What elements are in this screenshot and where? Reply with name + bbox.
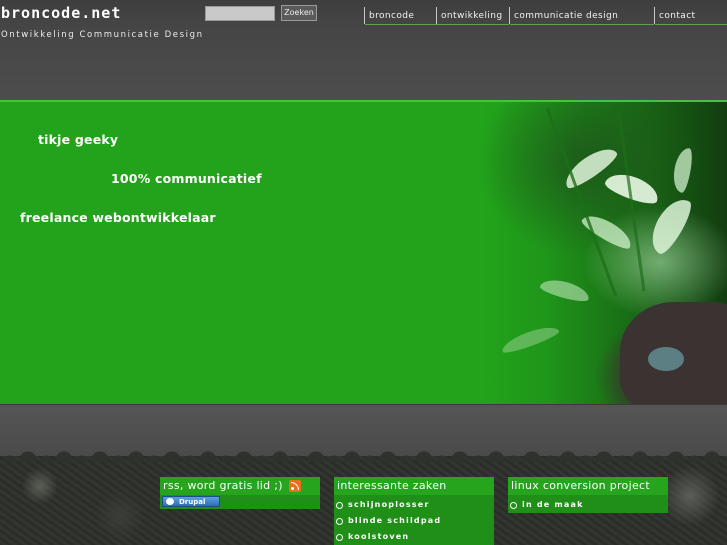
search-button[interactable]: Zoeken [281,5,317,21]
list-item-label[interactable]: blinde schildpad [348,516,441,525]
bullet-circle-icon [336,502,343,509]
linux-box-title: linux conversion project [508,477,668,495]
nav-item-broncode[interactable]: broncode [364,7,437,25]
header: broncode.net Ontwikkeling Communicatie D… [0,0,727,100]
list-item-label[interactable]: koolstoven [348,532,409,541]
list-item[interactable]: schijnoplosser [334,497,494,513]
list-item-label[interactable]: schijnoplosser [348,500,430,509]
rss-label[interactable]: rss, word gratis lid ;) [163,479,283,492]
rss-icon[interactable] [288,480,301,492]
linux-box: linux conversion project in de maak [508,477,668,513]
drupal-badge-label: Drupal [179,498,206,506]
interesting-box-title: interessante zaken [334,477,494,495]
bullet-circle-icon [510,502,517,509]
rss-box-header[interactable]: rss, word gratis lid ;) [160,477,320,495]
hero-plant-photo [430,102,727,404]
nav-item-communicatie[interactable]: communicatie [509,7,582,25]
list-item[interactable]: blinde schildpad [334,513,494,529]
drupal-badge[interactable]: Drupal [162,496,220,507]
hero-banner: tikje geeky 100% communicatief freelance… [0,100,727,404]
dirt-edge [0,448,727,462]
hero-line-geeky: tikje geeky [38,132,119,147]
leaf-shape [670,146,695,194]
linux-list: in de maak [508,497,668,513]
list-item[interactable]: koolstoven [334,529,494,545]
hero-line-freelance: freelance webontwikkelaar [20,210,216,225]
nav-item-contact[interactable]: contact [654,7,727,25]
rss-box: rss, word gratis lid ;) Drupal [160,477,320,511]
nav-item-design[interactable]: design [581,7,654,25]
tagline: Ontwikkeling Communicatie Design [1,30,204,40]
interesting-list: schijnoplosser blinde schildpad koolstov… [334,497,494,545]
search-input[interactable] [205,6,275,21]
interesting-box: interessante zaken schijnoplosser blinde… [334,477,494,545]
leaf-shape [499,322,561,356]
drupal-icon [166,498,174,505]
nav-item-ontwikkeling[interactable]: ontwikkeling [436,7,509,25]
list-item[interactable]: in de maak [508,497,668,513]
list-item-label[interactable]: in de maak [522,500,584,509]
footer-area: rss, word gratis lid ;) Drupal interessa… [0,448,727,545]
bullet-circle-icon [336,518,343,525]
lichen-shape [648,347,684,371]
bullet-circle-icon [336,534,343,541]
site-title-link[interactable]: broncode.net [1,4,121,22]
hero-line-communicatief: 100% communicatief [111,171,262,186]
stem-shape [545,107,618,297]
leaf-shape [538,275,592,305]
